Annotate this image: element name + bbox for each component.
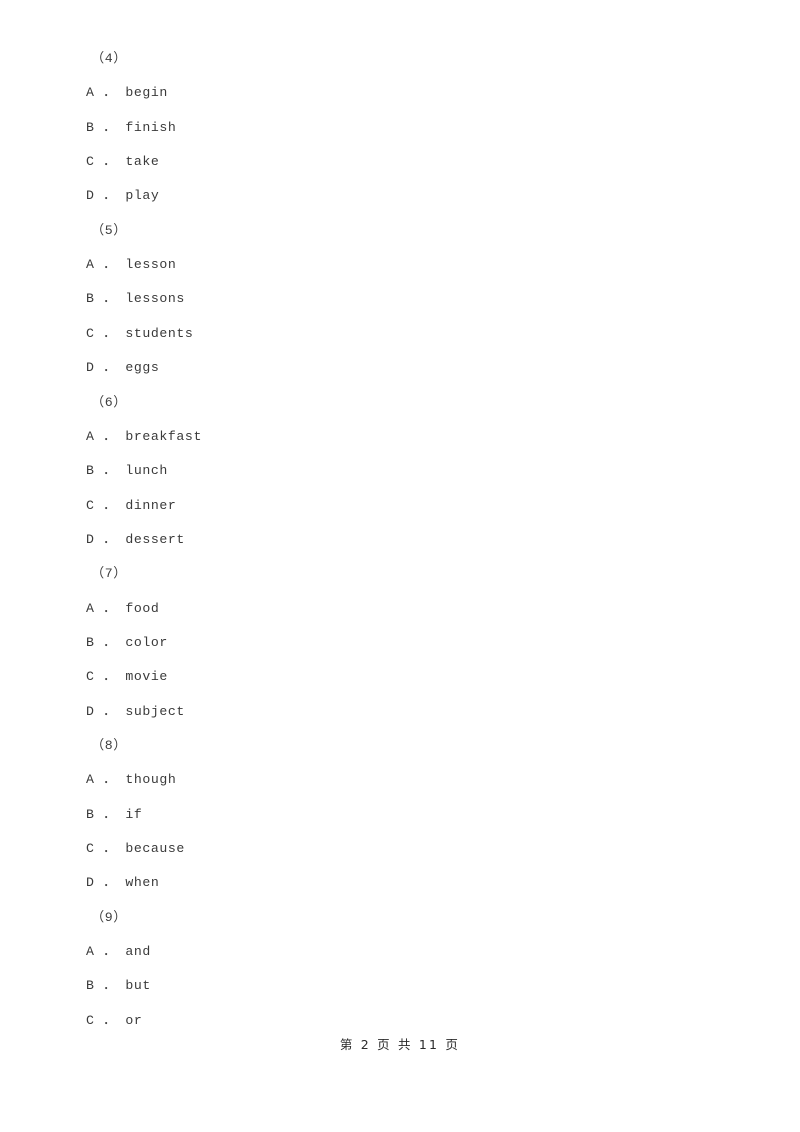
question-label: （7） <box>91 566 128 582</box>
document-page: （4） A ． begin B ． finish C ． take D ． play （5… <box>0 0 800 1132</box>
answer-option[interactable]: A ． though <box>86 772 176 788</box>
answer-option[interactable]: B ． but <box>86 978 151 994</box>
answer-option[interactable]: D ． play <box>86 188 159 204</box>
page-footer: 第 2 页 共 11 页 <box>339 1037 461 1052</box>
answer-option[interactable]: C ． or <box>86 1013 142 1029</box>
answer-option[interactable]: C ． because <box>86 841 185 857</box>
question-label: （6） <box>91 394 128 410</box>
answer-option[interactable]: B ． color <box>86 635 168 651</box>
answer-option[interactable]: D ． dessert <box>86 532 185 548</box>
answer-option[interactable]: D ． subject <box>86 704 185 720</box>
answer-option[interactable]: B ． if <box>86 807 142 823</box>
question-label: （9） <box>91 909 128 925</box>
answer-option[interactable]: C ． take <box>86 154 159 170</box>
answer-option[interactable]: C ． dinner <box>86 498 176 514</box>
answer-option[interactable]: D ． eggs <box>86 360 159 376</box>
question-label: （5） <box>91 222 128 238</box>
answer-option[interactable]: D ． when <box>86 875 159 891</box>
answer-option[interactable]: C ． movie <box>86 669 168 685</box>
answer-option[interactable]: B ． finish <box>86 120 176 136</box>
question-label: （4） <box>91 51 128 66</box>
answer-option[interactable]: A ． begin <box>86 85 168 101</box>
answer-option[interactable]: A ． and <box>86 944 151 960</box>
answer-option[interactable]: A ． lesson <box>86 257 176 273</box>
answer-option[interactable]: B ． lessons <box>86 291 185 307</box>
answer-option[interactable]: A ． breakfast <box>86 429 202 445</box>
answer-option[interactable]: B ． lunch <box>86 463 168 479</box>
answer-option[interactable]: A ． food <box>86 601 159 617</box>
answer-option[interactable]: C ． students <box>86 326 193 342</box>
question-label: （8） <box>91 738 128 753</box>
